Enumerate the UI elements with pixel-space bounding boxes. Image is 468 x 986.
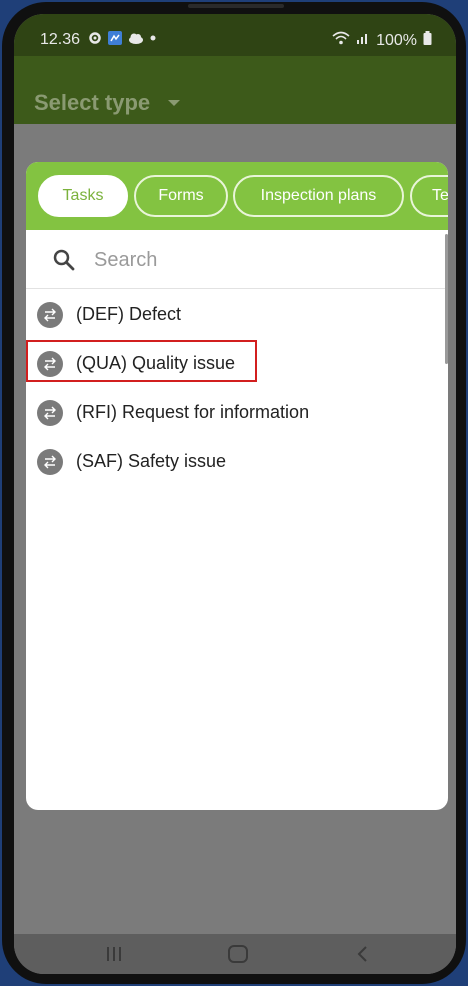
phone-frame: 12.36 100% Select type Tasks Forms Inspe… — [2, 2, 466, 984]
gear-icon — [88, 31, 102, 45]
speaker-grille — [188, 4, 284, 8]
app-bar: Select type — [14, 56, 456, 124]
list-item-label: (RFI) Request for information — [76, 402, 310, 422]
list-item-label: (SAF) Safety issue — [76, 451, 227, 471]
swap-arrows-icon — [37, 351, 63, 377]
tab-forms-label: Forms — [158, 187, 204, 204]
battery-icon — [423, 31, 432, 50]
status-icons-left — [88, 31, 162, 45]
tab-tasks[interactable]: Tasks — [38, 175, 128, 217]
list-item-rfi[interactable]: (RFI) Request for information — [26, 388, 448, 437]
caret-down-icon[interactable] — [168, 100, 180, 106]
signal-icon — [356, 31, 370, 50]
tab-templates[interactable]: Te — [410, 175, 448, 217]
tab-templates-label: Te — [432, 187, 448, 204]
recent-apps-icon[interactable] — [104, 944, 124, 969]
list-item-saf[interactable]: (SAF) Safety issue — [26, 437, 448, 486]
dot-icon — [148, 31, 162, 45]
list-item-label: (QUA) Quality issue — [76, 353, 236, 373]
swap-arrows-icon — [37, 400, 63, 426]
system-nav-bar — [14, 934, 456, 974]
swap-arrows-icon — [37, 449, 63, 475]
app-icon — [108, 31, 122, 45]
tab-forms[interactable]: Forms — [134, 175, 228, 217]
search-icon — [52, 248, 76, 277]
back-icon[interactable] — [354, 944, 372, 969]
search-bar — [26, 230, 448, 289]
screen: 12.36 100% Select type Tasks Forms Inspe… — [14, 14, 456, 974]
select-type-dialog: Tasks Forms Inspection plans Te Search (… — [26, 162, 448, 810]
select-type-title[interactable]: Select type — [34, 90, 150, 116]
tab-tasks-label: Tasks — [62, 187, 104, 204]
wifi-icon — [332, 31, 350, 50]
status-bar: 12.36 100% — [14, 14, 456, 56]
list-item-def[interactable]: (DEF) Defect — [26, 290, 448, 339]
tab-inspection-plans-label: Inspection plans — [260, 187, 377, 204]
list-item-label: (DEF) Defect — [76, 304, 182, 324]
battery-label: 100% — [376, 31, 417, 49]
home-icon[interactable] — [227, 944, 249, 969]
cloud-icon — [128, 31, 143, 45]
scrollbar[interactable] — [445, 234, 448, 364]
list-item-qua[interactable]: (QUA) Quality issue — [26, 339, 448, 388]
tab-inspection-plans[interactable]: Inspection plans — [233, 175, 404, 217]
type-list: (DEF) Defect (QUA) Quality issue (RFI) R… — [26, 290, 448, 486]
status-time: 12.36 — [40, 31, 81, 48]
swap-arrows-icon — [37, 302, 63, 328]
tab-bar: Tasks Forms Inspection plans Te — [26, 162, 448, 230]
status-icons-right: 100% — [332, 31, 432, 50]
search-input[interactable] — [92, 242, 416, 278]
